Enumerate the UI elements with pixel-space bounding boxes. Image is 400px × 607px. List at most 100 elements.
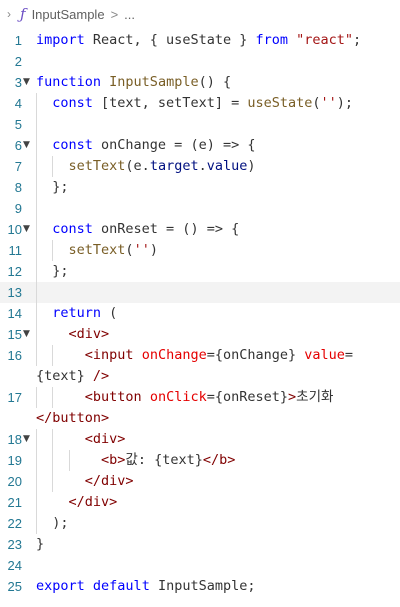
code-token: ); xyxy=(336,95,354,111)
code-line[interactable]: 12 }; xyxy=(0,261,400,282)
fold-arrow-icon[interactable]: ▼ xyxy=(23,429,33,450)
line-number: 23 xyxy=(7,537,22,552)
line-number: 18 xyxy=(7,432,22,447)
code-line[interactable]: {text} /> xyxy=(0,366,400,387)
line-number: 3 xyxy=(14,75,22,90)
line-number: 20 xyxy=(7,474,22,489)
code-line[interactable]: 19 <b>값: {text}</b> xyxy=(0,450,400,471)
code-token: [text, setText] = xyxy=(92,95,248,111)
line-code: function InputSample() { xyxy=(36,72,231,93)
line-number: 17 xyxy=(7,390,22,405)
line-number: 12 xyxy=(7,264,22,279)
code-line[interactable]: 21 </div> xyxy=(0,492,400,513)
line-code: return ( xyxy=(36,303,117,324)
code-line[interactable]: 10 ▼ const onReset = () => { xyxy=(0,219,400,240)
breadcrumb-symbol[interactable]: InputSample xyxy=(32,7,105,22)
code-token: </div> xyxy=(68,494,118,510)
code-token: (e. xyxy=(125,158,150,174)
code-token: ={onChange} xyxy=(206,347,305,363)
fold-arrow-icon[interactable]: ▼ xyxy=(23,72,33,93)
code-token: ( xyxy=(101,305,118,321)
indent-guide xyxy=(36,282,37,303)
fold-arrow-icon[interactable]: ▼ xyxy=(23,324,33,345)
code-token: value xyxy=(304,347,345,363)
code-line[interactable]: 18 ▼ <div> xyxy=(0,429,400,450)
code-token: () { xyxy=(198,74,232,90)
code-editor[interactable]: 1 import React, { useState } from "react"… xyxy=(0,30,400,597)
code-token: </button> xyxy=(36,410,110,426)
code-line[interactable]: 20 </div> xyxy=(0,471,400,492)
code-line[interactable]: 9 xyxy=(0,198,400,219)
code-line[interactable]: 13 xyxy=(0,282,400,303)
breadcrumb-more[interactable]: ... xyxy=(124,7,135,22)
code-line[interactable]: 8 }; xyxy=(0,177,400,198)
line-number: 13 xyxy=(7,285,22,300)
code-token: InputSample xyxy=(109,74,199,90)
code-line[interactable]: 25 export default InputSample; xyxy=(0,576,400,597)
line-code: </button> xyxy=(36,408,109,429)
code-token: setText xyxy=(68,242,126,258)
code-token: onChange = (e) => { xyxy=(92,137,256,153)
code-token: React, { useState } xyxy=(84,32,256,48)
code-token: const xyxy=(52,137,93,153)
code-line[interactable]: 17 <button onClick={onReset}>초기화 xyxy=(0,387,400,408)
line-code: {text} /> xyxy=(36,366,109,387)
code-token: '' xyxy=(320,95,337,111)
code-token: 값: {text} xyxy=(125,452,203,468)
breadcrumb-separator: > xyxy=(110,6,119,22)
chevron-right-icon[interactable]: › xyxy=(2,7,16,21)
line-code: const onChange = (e) => { xyxy=(36,135,255,156)
code-token: function xyxy=(36,74,102,90)
line-code: } xyxy=(36,534,44,555)
line-code: <b>값: {text}</b> xyxy=(36,450,235,471)
code-line[interactable]: 11 setText('') xyxy=(0,240,400,261)
line-number: 21 xyxy=(7,495,22,510)
line-number: 11 xyxy=(8,243,23,258)
line-code: setText('') xyxy=(36,240,158,261)
function-symbol-icon: ƒ xyxy=(20,5,26,23)
code-token: }; xyxy=(36,179,69,195)
code-token: export xyxy=(36,578,85,594)
code-line[interactable]: 6 ▼ const onChange = (e) => { xyxy=(0,135,400,156)
code-line[interactable]: 2 xyxy=(0,51,400,72)
code-line[interactable]: 7 setText(e.target.value) xyxy=(0,156,400,177)
line-number: 7 xyxy=(14,159,22,174)
line-code: import React, { useState } from "react"; xyxy=(36,30,361,51)
code-token: from xyxy=(255,32,288,48)
line-code: </div> xyxy=(36,492,118,513)
code-token: <div> xyxy=(84,431,126,447)
code-token: const xyxy=(52,221,93,237)
code-token: <b> xyxy=(101,452,126,468)
fold-arrow-icon[interactable]: ▼ xyxy=(23,219,33,240)
code-token: ( xyxy=(125,242,134,258)
code-line[interactable]: 3 ▼ function InputSample() { xyxy=(0,72,400,93)
line-code: <button onClick={onReset}>초기화 xyxy=(36,387,334,408)
line-number: 8 xyxy=(14,180,22,195)
line-number: 10 xyxy=(7,222,22,237)
code-line[interactable]: 14 return ( xyxy=(0,303,400,324)
code-line[interactable]: 5 xyxy=(0,114,400,135)
line-code: </div> xyxy=(36,471,134,492)
code-token: onChange xyxy=(141,347,207,363)
line-number: 9 xyxy=(14,201,22,216)
code-line[interactable]: 22 ); xyxy=(0,513,400,534)
code-token: ) xyxy=(149,242,158,258)
code-token: "react" xyxy=(296,32,354,48)
code-line[interactable]: 16 <input onChange={onChange} value= xyxy=(0,345,400,366)
fold-arrow-icon[interactable]: ▼ xyxy=(23,135,33,156)
code-line[interactable]: 4 const [text, setText] = useState(''); xyxy=(0,93,400,114)
code-token: <div> xyxy=(68,326,110,342)
line-code: <div> xyxy=(36,324,110,345)
code-line[interactable]: 24 xyxy=(0,555,400,576)
code-line[interactable]: 15 ▼ <div> xyxy=(0,324,400,345)
code-line[interactable]: </button> xyxy=(0,408,400,429)
code-line[interactable]: 23} xyxy=(0,534,400,555)
code-line[interactable]: 1 import React, { useState } from "react"… xyxy=(0,30,400,51)
code-token: }; xyxy=(36,263,69,279)
